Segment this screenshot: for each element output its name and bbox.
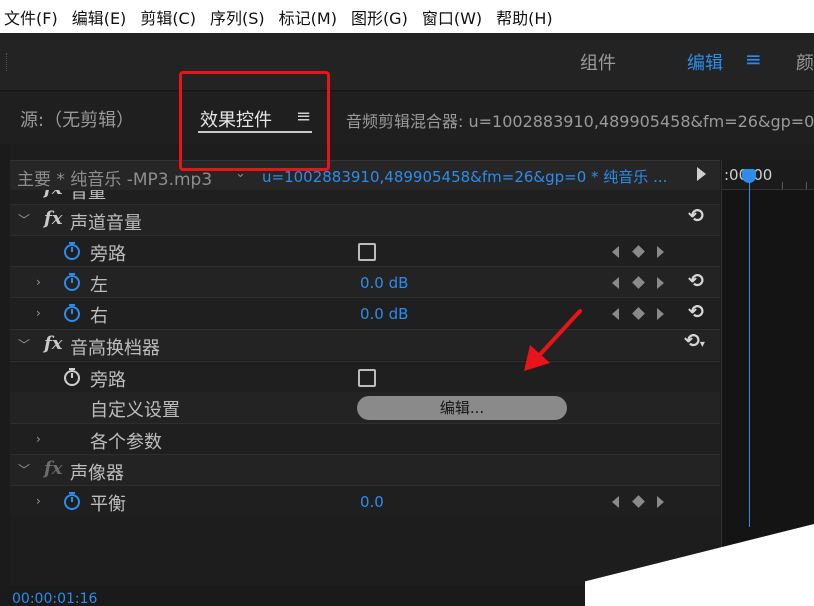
stopwatch-icon[interactable] <box>62 491 82 511</box>
param-label: 各个参数 <box>90 432 162 453</box>
next-keyframe-icon[interactable] <box>657 496 664 508</box>
ruler-tick <box>782 182 783 189</box>
chevron-right-icon[interactable]: › <box>36 275 41 289</box>
reset-icon[interactable]: ⟲ <box>688 205 704 227</box>
param-value[interactable]: 0.0 <box>360 493 384 511</box>
param-custom-setup-row: 自定义设置 编辑... <box>10 392 720 423</box>
workspace-color[interactable]: 颜 <box>796 49 814 75</box>
ruler-tick <box>806 182 807 189</box>
effect-title: 音量 <box>70 190 106 203</box>
fx-icon[interactable]: fx <box>44 333 62 354</box>
keyframe-nav[interactable] <box>610 306 666 322</box>
tab-source[interactable]: 源:（无剪辑） <box>20 106 134 132</box>
effect-title: 声道音量 <box>70 213 142 234</box>
prev-keyframe-icon[interactable] <box>612 308 619 320</box>
param-label: 自定义设置 <box>90 400 180 421</box>
reset-icon[interactable]: ⟲ <box>688 301 704 323</box>
param-label: 平衡 <box>90 494 126 515</box>
param-label: 右 <box>90 306 108 327</box>
add-keyframe-icon[interactable] <box>632 276 645 289</box>
panel-grip-icon[interactable] <box>6 53 9 71</box>
time-ruler[interactable]: :00:00 <box>722 160 814 190</box>
fx-icon[interactable]: fx <box>44 208 62 229</box>
param-bypass-row: 旁路 <box>10 361 720 392</box>
keyframe-nav[interactable] <box>610 494 666 510</box>
white-corner-overlay <box>585 524 814 606</box>
param-left-row: › 左 0.0 dB ⟲ <box>10 266 720 297</box>
prev-keyframe-icon[interactable] <box>612 496 619 508</box>
play-triangle-icon[interactable] <box>697 167 706 181</box>
playhead-line <box>749 182 750 527</box>
panel-tabs: 源:（无剪辑） 效果控件 音频剪辑混合器: u=1002883910,48990… <box>0 92 814 144</box>
bypass-checkbox[interactable] <box>358 369 376 387</box>
chevron-right-icon[interactable]: › <box>36 306 41 320</box>
effect-pitch-shifter[interactable]: ﹀ fx 音高换档器 ⟲▾ <box>10 329 720 360</box>
stopwatch-icon[interactable] <box>62 303 82 323</box>
tab-audio-clip-mixer[interactable]: 音频剪辑混合器: u=1002883910,489905458&fm=26&gp… <box>346 108 814 132</box>
add-keyframe-icon[interactable] <box>632 307 645 320</box>
chevron-right-icon[interactable]: › <box>36 432 41 446</box>
keyframe-nav[interactable] <box>610 244 666 260</box>
panel-left-edge <box>0 144 10 585</box>
param-value[interactable]: 0.0 dB <box>360 274 408 292</box>
effect-timeline[interactable]: :00:00 <box>721 160 814 585</box>
menu-bar: 文件(F) 编辑(E) 剪辑(C) 序列(S) 标记(M) 图形(G) 窗口(W… <box>0 0 814 33</box>
param-right-row: › 右 0.0 dB ⟲ <box>10 297 720 328</box>
menu-clip[interactable]: 剪辑(C) <box>140 5 196 29</box>
menu-graphics[interactable]: 图形(G) <box>351 5 408 29</box>
bypass-checkbox[interactable] <box>358 243 376 261</box>
stopwatch-icon[interactable] <box>62 367 82 387</box>
playhead-handle[interactable] <box>742 169 756 183</box>
effect-channel-volume[interactable]: ﹀ fx 声道音量 ⟲ <box>10 204 720 235</box>
next-keyframe-icon[interactable] <box>657 308 664 320</box>
menu-markers[interactable]: 标记(M) <box>279 5 337 29</box>
chevron-down-icon[interactable]: ﹀ <box>18 336 30 353</box>
effect-panner[interactable]: ﹀ fx 声像器 <box>10 454 720 485</box>
param-label: 旁路 <box>90 244 126 265</box>
keyframe-nav[interactable] <box>610 275 666 291</box>
reset-icon[interactable]: ⟲ <box>688 270 704 292</box>
add-keyframe-icon[interactable] <box>632 245 645 258</box>
effect-title: 音高换档器 <box>70 338 160 359</box>
next-keyframe-icon[interactable] <box>657 277 664 289</box>
menu-window[interactable]: 窗口(W) <box>422 5 482 29</box>
effect-volume-partial: fx 音量 <box>10 190 720 204</box>
fx-icon[interactable]: fx <box>44 458 62 479</box>
stopwatch-icon[interactable] <box>62 272 82 292</box>
workspace-edit[interactable]: 编辑 <box>687 49 723 75</box>
menu-file[interactable]: 文件(F) <box>4 5 58 29</box>
workspace-assembly[interactable]: 组件 <box>580 49 616 75</box>
param-individual-params-row: › 各个参数 <box>10 423 720 454</box>
prev-keyframe-icon[interactable] <box>612 277 619 289</box>
param-label: 旁路 <box>90 370 126 391</box>
menu-help[interactable]: 帮助(H) <box>496 5 553 29</box>
param-balance-row: › 平衡 0.0 <box>10 485 720 516</box>
stopwatch-icon[interactable] <box>62 241 82 261</box>
annotation-arrow-icon <box>524 309 582 371</box>
edit-button[interactable]: 编辑... <box>357 396 567 420</box>
param-bypass-row: 旁路 <box>10 235 720 266</box>
menu-edit[interactable]: 编辑(E) <box>72 5 127 29</box>
prev-keyframe-icon[interactable] <box>612 246 619 258</box>
effect-title: 声像器 <box>70 463 124 484</box>
param-label: 左 <box>90 275 108 296</box>
annotation-highlight-box <box>179 71 330 171</box>
add-keyframe-icon[interactable] <box>632 495 645 508</box>
clip-header: 主要 * 纯音乐 -MP3.mp3 ⌄ u=1002883910,4899054… <box>10 160 720 190</box>
chevron-right-icon[interactable]: › <box>36 494 41 508</box>
workspace-bar: 组件 编辑 ≡ 颜 <box>0 33 814 91</box>
chevron-down-icon[interactable]: ﹀ <box>18 211 30 228</box>
next-keyframe-icon[interactable] <box>657 246 664 258</box>
chevron-down-icon[interactable]: ﹀ <box>18 461 30 478</box>
fx-icon[interactable]: fx <box>44 190 62 199</box>
param-value[interactable]: 0.0 dB <box>360 305 408 323</box>
hamburger-menu-icon[interactable]: ≡ <box>745 47 762 71</box>
current-timecode[interactable]: 00:00:01:16 <box>12 591 97 606</box>
reset-dropdown-icon[interactable]: ⟲▾ <box>684 330 705 352</box>
menu-sequence[interactable]: 序列(S) <box>210 5 265 29</box>
